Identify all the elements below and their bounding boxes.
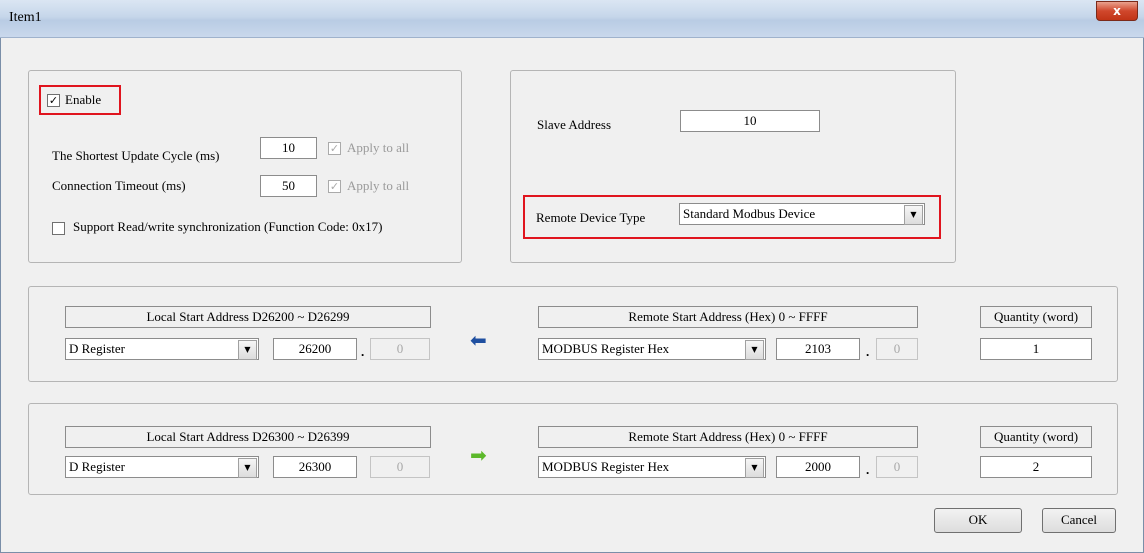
enable-label: Enable [65, 92, 102, 107]
remote-bit-input[interactable]: 0 [876, 338, 918, 360]
ok-button[interactable]: OK [934, 508, 1022, 533]
read-direction-arrow-icon: ⬅ [470, 328, 487, 352]
chevron-down-icon[interactable]: ▼ [904, 205, 923, 225]
device-type-select[interactable]: Standard Modbus Device ▼ [679, 203, 925, 225]
remote-address-input[interactable]: 2103 [776, 338, 860, 360]
close-button[interactable]: x [1096, 1, 1138, 21]
mapping-panel-1 [28, 286, 1118, 382]
apply-all-timeout-checkbox[interactable]: ✓ [328, 180, 341, 193]
close-icon: x [1113, 4, 1121, 18]
title-bar[interactable] [0, 0, 1144, 38]
address-bit-separator: . [361, 344, 365, 359]
window-title: Item1 [9, 10, 42, 25]
remote-address-input[interactable]: 2000 [776, 456, 860, 478]
chevron-down-icon[interactable]: ▼ [238, 340, 257, 360]
apply-all-cycle-label: Apply to all [347, 140, 410, 155]
remote-type-value: MODBUS Register Hex [542, 341, 670, 356]
remote-type-select[interactable]: MODBUS Register Hex ▼ [538, 456, 766, 478]
local-type-value: D Register [69, 341, 125, 356]
chevron-down-icon[interactable]: ▼ [745, 458, 764, 478]
cancel-button[interactable]: Cancel [1042, 508, 1116, 533]
remote-bit-input[interactable]: 0 [876, 456, 918, 478]
quantity-input[interactable]: 2 [980, 456, 1092, 478]
remote-type-value: MODBUS Register Hex [542, 459, 670, 474]
update-cycle-label: The Shortest Update Cycle (ms) [52, 148, 220, 163]
address-bit-separator: . [866, 462, 870, 477]
timeout-label: Connection Timeout (ms) [52, 178, 186, 193]
quantity-input[interactable]: 1 [980, 338, 1092, 360]
apply-all-timeout-label: Apply to all [347, 178, 410, 193]
local-type-select[interactable]: D Register ▼ [65, 456, 259, 478]
device-type-value: Standard Modbus Device [683, 206, 816, 221]
local-address-header: Local Start Address D26300 ~ D26399 [65, 426, 431, 448]
local-type-value: D Register [69, 459, 125, 474]
remote-type-select[interactable]: MODBUS Register Hex ▼ [538, 338, 766, 360]
apply-all-cycle-checkbox[interactable]: ✓ [328, 142, 341, 155]
slave-address-input[interactable]: 10 [680, 110, 820, 132]
local-address-input[interactable]: 26200 [273, 338, 357, 360]
address-bit-separator: . [866, 344, 870, 359]
sync-checkbox[interactable] [52, 222, 65, 235]
local-bit-input[interactable]: 0 [370, 456, 430, 478]
write-direction-arrow-icon: ➡ [470, 443, 487, 467]
chevron-down-icon[interactable]: ▼ [238, 458, 257, 478]
local-address-input[interactable]: 26300 [273, 456, 357, 478]
local-bit-input[interactable]: 0 [370, 338, 430, 360]
quantity-header: Quantity (word) [980, 306, 1092, 328]
remote-address-header: Remote Start Address (Hex) 0 ~ FFFF [538, 426, 918, 448]
quantity-header: Quantity (word) [980, 426, 1092, 448]
mapping-panel-2 [28, 403, 1118, 495]
update-cycle-input[interactable]: 10 [260, 137, 317, 159]
slave-address-label: Slave Address [537, 117, 612, 132]
timeout-input[interactable]: 50 [260, 175, 317, 197]
remote-address-header: Remote Start Address (Hex) 0 ~ FFFF [538, 306, 918, 328]
chevron-down-icon[interactable]: ▼ [745, 340, 764, 360]
local-type-select[interactable]: D Register ▼ [65, 338, 259, 360]
enable-checkbox[interactable]: ✓ [47, 94, 60, 107]
local-address-header: Local Start Address D26200 ~ D26299 [65, 306, 431, 328]
sync-label: Support Read/write synchronization (Func… [73, 219, 383, 234]
device-type-label: Remote Device Type [536, 210, 646, 225]
